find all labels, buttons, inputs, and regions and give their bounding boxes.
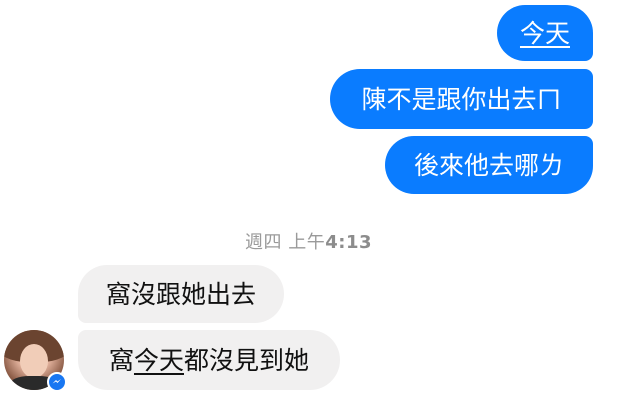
received-message-bubble[interactable]: 窩沒跟她出去: [78, 265, 284, 323]
message-text-suffix: 都沒見到她: [184, 345, 310, 375]
message-text: 後來他去哪ㄌ: [413, 150, 564, 180]
messenger-bolt-icon: [52, 379, 61, 384]
message-text: 窩沒跟她出去: [105, 279, 256, 309]
received-message-bubble[interactable]: 窩今天 都沒見到她: [78, 330, 340, 390]
sent-message-bubble[interactable]: 後來他去哪ㄌ: [385, 136, 593, 194]
message-text-link[interactable]: 今天: [520, 21, 570, 46]
sent-message-bubble[interactable]: 今天: [497, 5, 593, 61]
sent-message-bubble[interactable]: 陳不是跟你出去ㄇ: [330, 69, 593, 129]
message-text-prefix: 窩: [108, 345, 134, 375]
messenger-icon: [47, 372, 67, 392]
timestamp-period: 上午: [288, 232, 326, 253]
message-timestamp: 週四 上午4:13: [0, 228, 617, 254]
message-text-link[interactable]: 今天: [134, 348, 184, 373]
avatar-face: [20, 344, 48, 378]
message-text: 陳不是跟你出去ㄇ: [361, 84, 562, 114]
timestamp-time: 4:13: [325, 232, 372, 253]
timestamp-day: 週四: [244, 232, 282, 253]
